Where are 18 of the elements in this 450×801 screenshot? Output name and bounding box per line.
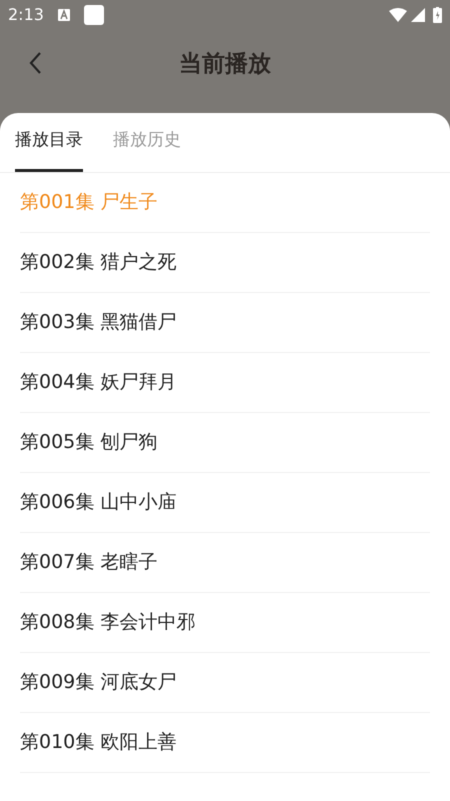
battery-icon	[433, 7, 442, 23]
signal-icon	[411, 8, 425, 22]
wifi-icon	[389, 8, 407, 22]
keyboard-a-icon	[58, 9, 70, 21]
episode-item[interactable]: 第003集 黑猫借尸	[20, 293, 430, 353]
episode-item[interactable]: 第006集 山中小庙	[20, 473, 430, 533]
episode-item[interactable]: 第002集 猎户之死	[20, 233, 430, 293]
episode-item[interactable]: 第008集 李会计中邪	[20, 593, 430, 653]
square-icon	[84, 5, 104, 25]
page-title: 当前播放	[179, 50, 271, 80]
episode-item[interactable]: 第005集 刨尸狗	[20, 413, 430, 473]
episode-item[interactable]: 第004集 妖尸拜月	[20, 353, 430, 413]
episode-item[interactable]: 第010集 欧阳上善	[20, 713, 430, 773]
episode-item[interactable]: 第007集 老瞎子	[20, 533, 430, 593]
tab[interactable]: 播放目录	[15, 128, 83, 172]
back-icon	[29, 52, 41, 74]
status-time: 2:13	[8, 4, 44, 26]
episode-item[interactable]: 第009集 河底女尸	[20, 653, 430, 713]
